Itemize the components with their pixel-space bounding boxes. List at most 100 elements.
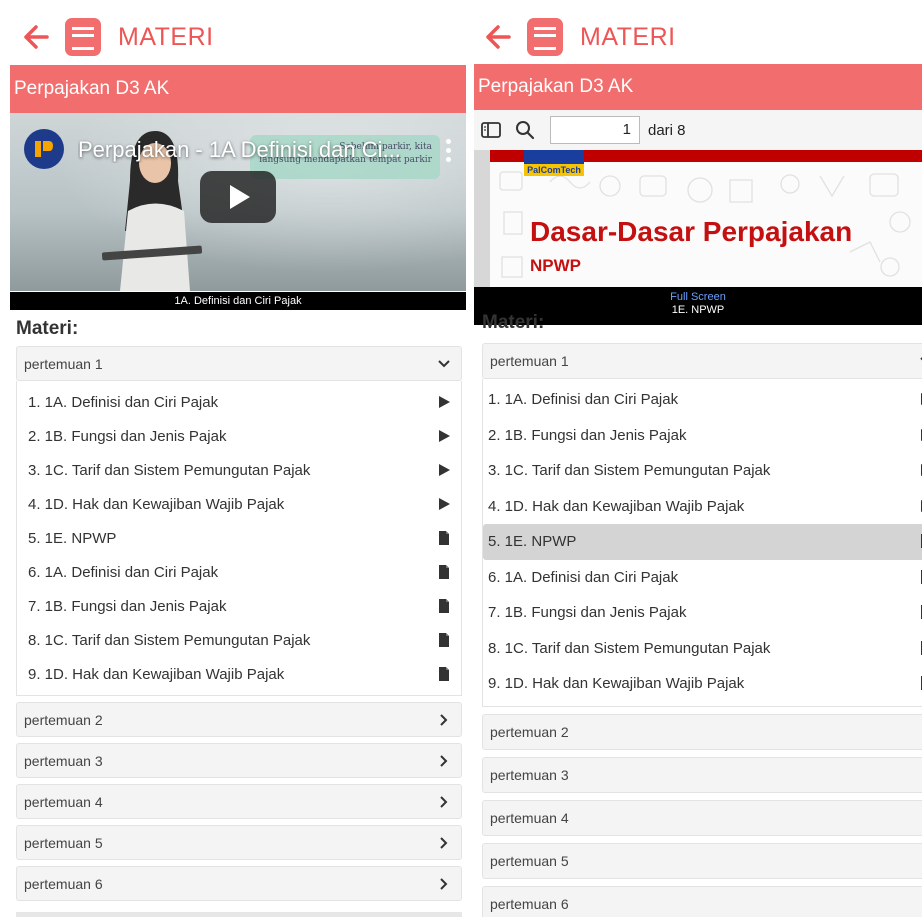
play-button[interactable] — [200, 171, 276, 223]
list-item[interactable]: 4. 1D. Hak dan Kewajiban Wajib Pajak — [483, 489, 922, 525]
group-header-pertemuan-3[interactable]: pertemuan 3 — [482, 756, 922, 793]
item-label: 8. 1C. Tarif dan Sistem Pemungutan Pajak — [28, 631, 311, 649]
materials-accordion: pertemuan 1 1. 1A. Definisi dan Ciri Paj… — [16, 346, 462, 901]
list-item[interactable]: 1. 1A. Definisi dan Ciri Pajak — [17, 385, 461, 419]
book-icon — [65, 18, 101, 56]
group-header-pertemuan-4[interactable]: pertemuan 4 — [482, 799, 922, 836]
search-icon[interactable] — [514, 119, 536, 141]
group-header-pertemuan-3[interactable]: pertemuan 3 — [16, 743, 462, 778]
item-label: 7. 1B. Fungsi dan Jenis Pajak — [488, 604, 687, 622]
play-icon — [437, 463, 451, 477]
page-number-input[interactable]: 1 — [550, 116, 640, 144]
list-item[interactable]: 3. 1C. Tarif dan Sistem Pemungutan Pajak — [17, 453, 461, 487]
group-label: pertemuan 6 — [24, 875, 103, 892]
full-screen-link[interactable]: Full Screen — [474, 291, 922, 304]
list-item[interactable]: 6. 1A. Definisi dan Ciri Pajak — [483, 560, 922, 596]
list-item[interactable]: 6. 1A. Definisi dan Ciri Pajak — [17, 555, 461, 589]
document-icon — [437, 531, 451, 545]
left-screen: MATERI Perpajakan D3 AK Sebelum parkir, … — [0, 0, 466, 917]
chevron-right-icon — [437, 836, 451, 850]
back-arrow-icon[interactable] — [484, 23, 512, 51]
item-label: 4. 1D. Hak dan Kewajiban Wajib Pajak — [28, 495, 285, 513]
channel-logo[interactable] — [24, 129, 64, 169]
list-item[interactable]: 4. 1D. Hak dan Kewajiban Wajib Pajak — [17, 487, 461, 521]
group-label: pertemuan 2 — [24, 711, 103, 728]
course-title: Perpajakan D3 AK — [14, 78, 170, 99]
book-icon — [527, 18, 563, 56]
item-label: 3. 1C. Tarif dan Sistem Pemungutan Pajak — [28, 461, 311, 479]
group-header-pertemuan-6[interactable]: pertemuan 6 — [482, 885, 922, 917]
chevron-down-icon — [437, 357, 451, 371]
pdf-heading: Dasar-Dasar Perpajakan — [530, 216, 853, 247]
chevron-right-icon — [437, 713, 451, 727]
group-body-pertemuan-1: 1. 1A. Definisi dan Ciri Pajak 2. 1B. Fu… — [16, 381, 462, 696]
group-label: pertemuan 6 — [490, 895, 569, 912]
item-label: 1. 1A. Definisi dan Ciri Pajak — [28, 393, 219, 411]
video-title[interactable]: Perpajakan - 1A Definisi dan Ci... — [78, 137, 426, 163]
bottom-bar-edge — [16, 912, 462, 917]
pdf-caption: 1E. NPWP — [671, 304, 725, 316]
video-caption-bar: 1A. Definisi dan Ciri Pajak — [10, 292, 466, 310]
item-label: 3. 1C. Tarif dan Sistem Pemungutan Pajak — [488, 462, 771, 480]
group-label: pertemuan 4 — [490, 809, 569, 826]
palcomtech-label: PalComTech — [524, 164, 584, 176]
document-icon — [437, 565, 451, 579]
pdf-toolbar: 1 dari 8 — [474, 110, 922, 150]
page-total-label: dari 8 — [648, 121, 686, 139]
group-label: pertemuan 5 — [490, 852, 569, 869]
top-bar: MATERI — [484, 14, 676, 60]
list-item[interactable]: 2. 1B. Fungsi dan Jenis Pajak — [483, 418, 922, 454]
item-label: 9. 1D. Hak dan Kewajiban Wajib Pajak — [488, 675, 745, 693]
item-label: 6. 1A. Definisi dan Ciri Pajak — [488, 568, 679, 586]
item-label: 7. 1B. Fungsi dan Jenis Pajak — [28, 597, 227, 615]
channel-logo-mark — [35, 141, 53, 157]
group-header-pertemuan-5[interactable]: pertemuan 5 — [16, 825, 462, 860]
group-label: pertemuan 1 — [490, 353, 569, 369]
chevron-right-icon — [437, 877, 451, 891]
group-label: pertemuan 5 — [24, 834, 103, 851]
back-arrow-icon[interactable] — [22, 23, 50, 51]
palcomtech-logo: PalComTech — [524, 150, 584, 176]
group-label: pertemuan 3 — [490, 766, 569, 783]
group-header-pertemuan-4[interactable]: pertemuan 4 — [16, 784, 462, 819]
list-item[interactable]: 8. 1C. Tarif dan Sistem Pemungutan Pajak — [483, 631, 922, 667]
group-header-pertemuan-2[interactable]: pertemuan 2 — [16, 702, 462, 737]
course-title: Perpajakan D3 AK — [478, 76, 634, 97]
list-item[interactable]: 7. 1B. Fungsi dan Jenis Pajak — [17, 589, 461, 623]
item-label: 9. 1D. Hak dan Kewajiban Wajib Pajak — [28, 665, 285, 683]
pdf-page: PalComTech Dasar-Dasar Perpajakan NPWP — [490, 150, 922, 287]
materi-heading: Materi: — [16, 318, 79, 339]
group-label: pertemuan 1 — [24, 355, 103, 372]
play-icon — [437, 497, 451, 511]
item-label: 4. 1D. Hak dan Kewajiban Wajib Pajak — [488, 497, 745, 515]
item-label: 5. 1E. NPWP — [28, 529, 117, 547]
list-item[interactable]: 5. 1E. NPWP — [17, 521, 461, 555]
list-item[interactable]: 2. 1B. Fungsi dan Jenis Pajak — [17, 419, 461, 453]
pdf-subheading: NPWP — [530, 256, 581, 275]
pdf-viewer[interactable]: PalComTech Dasar-Dasar Perpajakan NPWP — [474, 150, 922, 287]
item-label: 2. 1B. Fungsi dan Jenis Pajak — [488, 426, 687, 444]
list-item[interactable]: 7. 1B. Fungsi dan Jenis Pajak — [483, 595, 922, 631]
item-label: 2. 1B. Fungsi dan Jenis Pajak — [28, 427, 227, 445]
list-item[interactable]: 9. 1D. Hak dan Kewajiban Wajib Pajak — [483, 666, 922, 702]
group-header-pertemuan-6[interactable]: pertemuan 6 — [16, 866, 462, 901]
group-header-pertemuan-2[interactable]: pertemuan 2 — [482, 713, 922, 750]
video-player[interactable]: Sebelum parkir, kita langsung mendapatka… — [10, 113, 466, 291]
sidebar-toggle-icon[interactable] — [480, 119, 502, 141]
chevron-right-icon — [437, 795, 451, 809]
more-options-icon[interactable] — [446, 139, 452, 166]
group-header-pertemuan-5[interactable]: pertemuan 5 — [482, 842, 922, 879]
chevron-right-icon — [437, 754, 451, 768]
list-item[interactable]: 8. 1C. Tarif dan Sistem Pemungutan Pajak — [17, 623, 461, 657]
list-item[interactable]: 9. 1D. Hak dan Kewajiban Wajib Pajak — [17, 657, 461, 691]
group-header-pertemuan-1[interactable]: pertemuan 1 — [482, 343, 922, 379]
list-item[interactable]: 3. 1C. Tarif dan Sistem Pemungutan Pajak — [483, 453, 922, 489]
group-header-pertemuan-1[interactable]: pertemuan 1 — [16, 346, 462, 381]
list-item[interactable]: 1. 1A. Definisi dan Ciri Pajak — [483, 382, 922, 418]
app-title: MATERI — [118, 22, 214, 51]
document-icon — [437, 633, 451, 647]
list-item-selected[interactable]: 5. 1E. NPWP — [483, 524, 922, 560]
group-label: pertemuan 2 — [490, 723, 569, 740]
app-title: MATERI — [580, 22, 676, 51]
play-icon — [437, 395, 451, 409]
